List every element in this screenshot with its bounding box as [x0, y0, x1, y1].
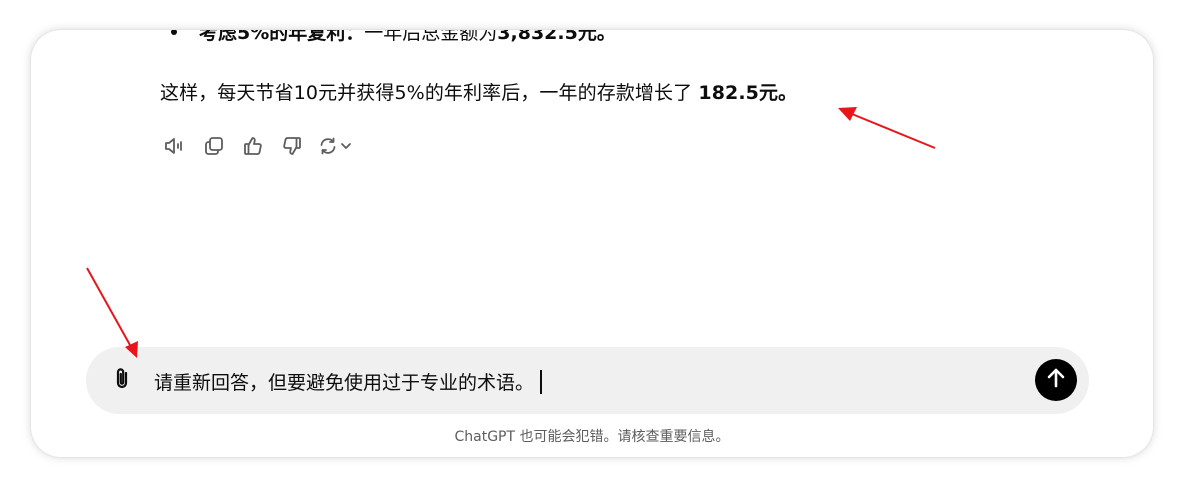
- prompt-text: 请重新回答，但要避免使用过于专业的术语。: [154, 372, 535, 394]
- bullet-dot: [171, 30, 177, 35]
- prompt-input[interactable]: 请重新回答，但要避免使用过于专业的术语。: [154, 368, 542, 395]
- bullet-text: 一年后总金额为: [364, 30, 498, 44]
- thumbs-down-icon: [282, 136, 302, 156]
- arrow-up-icon: [1046, 367, 1066, 393]
- attach-button[interactable]: [108, 367, 136, 395]
- read-aloud-icon: [164, 136, 186, 156]
- message-actions: [161, 132, 370, 160]
- regenerate-icon: [318, 136, 358, 156]
- copy-icon: [204, 136, 224, 156]
- paperclip-icon: [111, 366, 133, 396]
- thumbs-up-button[interactable]: [239, 132, 267, 160]
- summary-text: 这样，每天节省10元并获得5%的年利率后，一年的存款增长了: [160, 82, 699, 104]
- thumbs-down-button[interactable]: [278, 132, 306, 160]
- composer: 请重新回答，但要避免使用过于专业的术语。: [86, 347, 1089, 414]
- bullet-value: 3,832.5元。: [497, 30, 616, 44]
- regenerate-button[interactable]: [317, 132, 359, 160]
- bullet-label: 考虑5%的年复利：: [199, 30, 365, 44]
- text-caret: [540, 369, 542, 394]
- previous-bullet-item: 考虑5%的年复利： 一年后总金额为 3,832.5元。: [171, 30, 616, 45]
- summary-highlight: 182.5元。: [698, 82, 798, 104]
- disclaimer: ChatGPT 也可能会犯错。请核查重要信息。: [454, 429, 730, 445]
- chat-window: 考虑5%的年复利： 一年后总金额为 3,832.5元。 这样，每天节省10元并获…: [31, 30, 1153, 457]
- copy-button[interactable]: [200, 132, 228, 160]
- read-aloud-button[interactable]: [161, 132, 189, 160]
- assistant-summary: 这样，每天节省10元并获得5%的年利率后，一年的存款增长了 182.5元。: [160, 78, 797, 105]
- send-button[interactable]: [1035, 359, 1077, 401]
- thumbs-up-icon: [243, 136, 263, 156]
